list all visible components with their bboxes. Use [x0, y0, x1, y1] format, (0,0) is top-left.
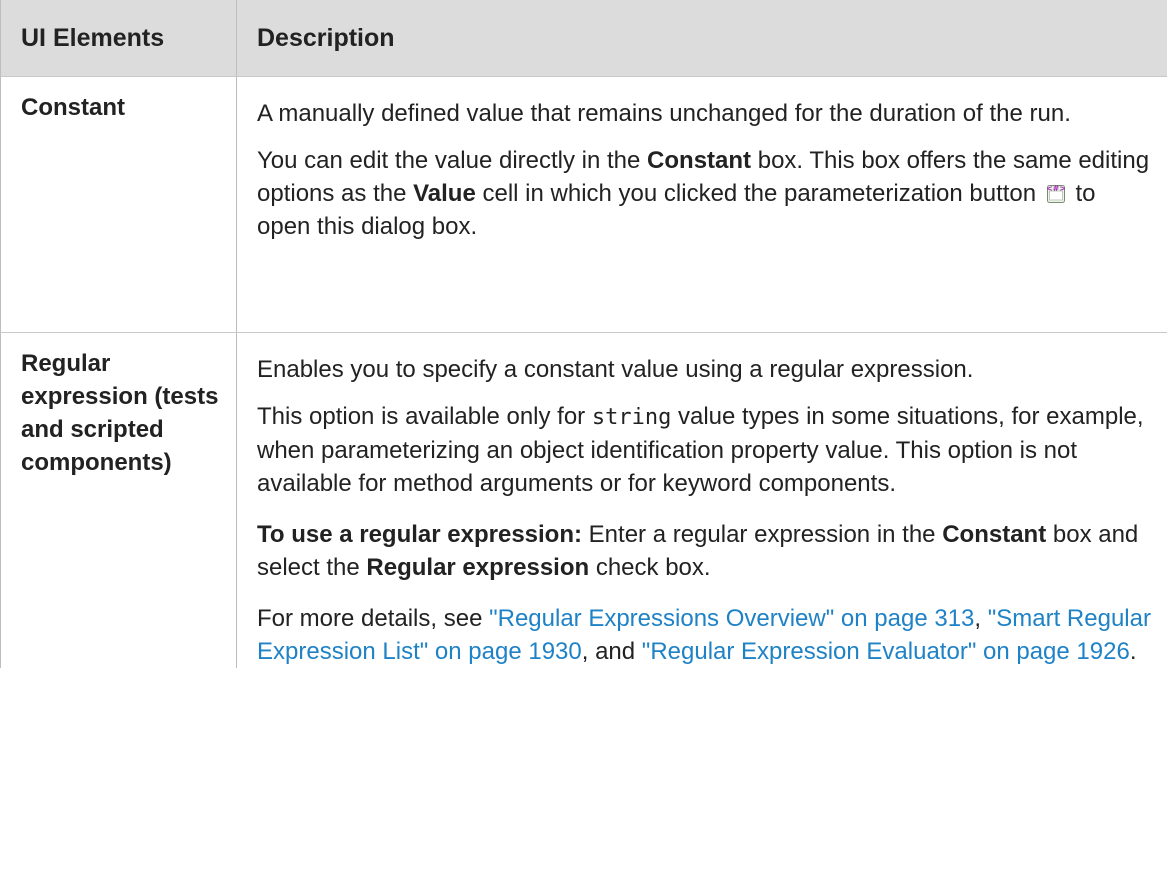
description-constant: A manually defined value that remains un… [236, 76, 1167, 333]
header-ui-elements: UI Elements [0, 0, 237, 77]
regex-paragraph-3: To use a regular expression: Enter a reg… [257, 521, 1139, 581]
svg-text:<#>: <#> [1047, 184, 1065, 193]
table-row-constant: Constant A manually defined value that r… [0, 76, 1167, 333]
header-description: Description [236, 0, 1167, 77]
string-code: string [591, 405, 672, 430]
regex-paragraph-1: Enables you to specify a constant value … [257, 356, 974, 383]
element-name-constant: Constant [0, 76, 237, 333]
regex-paragraph-2: This option is available only for string… [257, 403, 1144, 497]
element-name-regular-expression: Regular expression (tests and scripted c… [0, 332, 237, 668]
link-regular-expressions-overview[interactable]: "Regular Expressions Overview" on page 3… [489, 605, 974, 632]
constant-paragraph-1: A manually defined value that remains un… [257, 100, 1071, 127]
regex-paragraph-4: For more details, see "Regular Expressio… [257, 605, 1151, 665]
table-row-regular-expression: Regular expression (tests and scripted c… [0, 332, 1167, 668]
description-regular-expression: Enables you to specify a constant value … [236, 332, 1167, 668]
link-regular-expression-evaluator[interactable]: "Regular Expression Evaluator" on page 1… [642, 638, 1130, 665]
table-header-row: UI Elements Description [0, 0, 1167, 77]
ui-elements-table: UI Elements Description Constant A manua… [0, 0, 1167, 668]
constant-paragraph-2: You can edit the value directly in the C… [257, 147, 1150, 240]
parameterization-button-icon: <#> [1046, 179, 1066, 203]
